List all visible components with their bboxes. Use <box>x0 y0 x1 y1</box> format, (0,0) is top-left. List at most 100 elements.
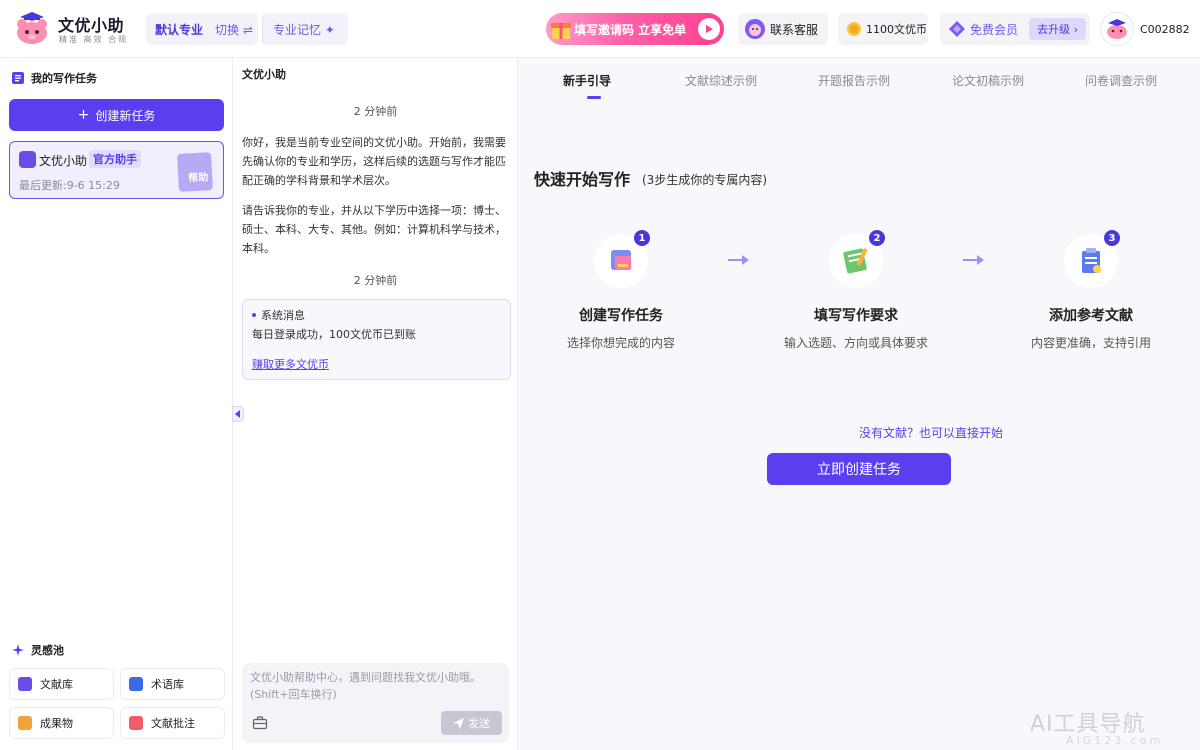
example-tabs: 新手引导 文献综述示例 开题报告示例 论文初稿示例 问卷调查示例 <box>518 58 1200 100</box>
tab-proposal-report[interactable]: 开题报告示例 <box>818 72 890 89</box>
outputs-button[interactable]: 成果物 <box>9 707 114 739</box>
help-doc-label: 帮助 <box>188 172 209 185</box>
vip-diamond-icon <box>949 21 965 37</box>
invite-promo-banner[interactable]: 填写邀请码 立享免单 <box>546 13 724 45</box>
assistant-message: 你好，我是当前专业空间的文优小助。开始前，我需要先确认你的专业和学历，这样后续的… <box>242 136 506 187</box>
chat-input-box: 发送 <box>242 663 509 743</box>
start-without-literature-link[interactable]: 没有文献？也可以直接开始 <box>859 424 1003 441</box>
step-add-references: 3 添加参考文献 内容更准确，支持引用 <box>1001 230 1181 351</box>
tool-label: 成果物 <box>40 717 73 730</box>
app-logo-icon <box>17 12 47 44</box>
main-guide-panel: 新手引导 文献综述示例 开题报告示例 论文初稿示例 问卷调查示例 快速开始写作 … <box>518 58 1200 750</box>
watermark-sub: AIG123.com <box>1066 734 1164 747</box>
collapse-panel-button[interactable] <box>232 406 244 422</box>
send-button[interactable]: 发送 <box>441 711 502 735</box>
step-title: 创建写作任务 <box>579 308 663 324</box>
send-label: 发送 <box>468 717 490 730</box>
arrow-right-icon <box>963 255 984 265</box>
tab-literature-review[interactable]: 文献综述示例 <box>685 72 757 89</box>
user-avatar <box>1100 12 1134 46</box>
top-header: 文优小助 精准 高效 合规 默认专业 切换 ⇌ 专业记忆 ✦ 填写邀请码 立享免… <box>0 0 1200 58</box>
terminology-library-button[interactable]: 术语库 <box>120 668 225 700</box>
bullet-dot-icon <box>252 313 256 317</box>
inspiration-section-title: 灵感池 <box>12 642 64 658</box>
help-document-icon: 帮助 <box>177 152 213 192</box>
step-fill-requirements: 2 填写写作要求 输入选题、方向或具体要求 <box>766 230 946 351</box>
pig-avatar-icon <box>1107 19 1127 39</box>
coin-balance-button[interactable]: 1100文优币 <box>838 13 928 45</box>
username: C002882 <box>1140 22 1190 36</box>
membership-box: 免费会员 去升级 › <box>940 13 1090 45</box>
tab-questionnaire[interactable]: 问卷调查示例 <box>1085 72 1157 89</box>
task-updated-time: 最后更新:9-6 15:29 <box>19 179 120 192</box>
chevron-left-icon <box>235 410 240 418</box>
tool-label: 文献批注 <box>151 717 195 730</box>
brand-name: 文优小助 <box>58 16 125 35</box>
step-icon-wrap: 1 <box>594 230 650 288</box>
play-icon <box>698 18 720 40</box>
plus-icon: + <box>77 107 90 123</box>
assistant-avatar-icon <box>19 151 36 168</box>
official-badge: 官方助手 <box>89 150 141 168</box>
user-profile[interactable]: C002882 <box>1100 12 1190 46</box>
task-list-icon <box>12 72 24 84</box>
system-message-body: 每日登录成功，100文优币已到账 <box>252 328 416 341</box>
task-sidebar: 我的写作任务 + 创建新任务 文优小助 官方助手 最后更新:9-6 15:29 … <box>0 58 233 750</box>
create-task-label: 创建新任务 <box>95 108 156 123</box>
task-card-assistant[interactable]: 文优小助 官方助手 最后更新:9-6 15:29 帮助 <box>9 141 224 199</box>
chat-title: 文优小助 <box>242 68 286 81</box>
step-number: 2 <box>869 230 885 246</box>
folder-icon <box>18 716 32 730</box>
arrow-right-icon <box>728 255 749 265</box>
chat-message-input[interactable] <box>242 663 509 709</box>
major-switch: 默认专业 切换 ⇌ <box>146 13 258 45</box>
upgrade-button[interactable]: 去升级 › <box>1029 18 1086 40</box>
literature-annotation-button[interactable]: 文献批注 <box>120 707 225 739</box>
step-title: 填写写作要求 <box>814 308 898 324</box>
system-message-card: 系统消息 每日登录成功，100文优币已到账 赚取更多文优币 <box>242 299 511 380</box>
briefcase-icon[interactable] <box>252 715 268 731</box>
message-timestamp: 2 分钟前 <box>353 105 398 118</box>
step-description: 选择你想完成的内容 <box>566 336 675 350</box>
system-message-title-text: 系统消息 <box>261 309 305 322</box>
tab-beginner-guide[interactable]: 新手引导 <box>563 72 611 89</box>
step-description: 内容更准确，支持引用 <box>1030 336 1151 350</box>
tab-draft-paper[interactable]: 论文初稿示例 <box>952 72 1024 89</box>
step-create-task: 1 创建写作任务 选择你想完成的内容 <box>531 230 711 351</box>
brand-slogan: 精准 高效 合规 <box>59 35 129 44</box>
inspiration-title: 灵感池 <box>31 644 64 657</box>
service-avatar-icon <box>745 19 765 39</box>
step-number: 1 <box>634 230 650 246</box>
annotation-icon <box>129 716 143 730</box>
literature-library-button[interactable]: 文献库 <box>9 668 114 700</box>
gift-icon <box>551 23 571 39</box>
vip-label: 免费会员 <box>970 22 1019 37</box>
watermark: AI工具导航 AIG123.com <box>1030 706 1163 747</box>
create-task-now-button[interactable]: 立即创建任务 <box>767 453 951 485</box>
assistant-message: 请告诉我你的专业，并从以下学历中选择一项：博士、硕士、本科、大专、其他。例如：计… <box>242 204 506 255</box>
switch-major-button[interactable]: 切换 ⇌ <box>215 21 253 38</box>
tool-label: 文献库 <box>40 678 73 691</box>
coin-balance: 1100文优币 <box>866 23 927 36</box>
create-task-button[interactable]: + 创建新任务 <box>9 99 224 131</box>
default-major-label: 默认专业 <box>155 22 204 37</box>
customer-service-button[interactable]: 联系客服 <box>738 13 828 45</box>
tasks-section-title: 我的写作任务 <box>12 70 97 86</box>
system-message-title: 系统消息 <box>252 307 305 323</box>
tasks-title: 我的写作任务 <box>31 72 97 85</box>
earn-coins-link[interactable]: 赚取更多文优币 <box>252 356 329 372</box>
chat-panel: 文优小助 2 分钟前 你好，我是当前专业空间的文优小助。开始前，我需要先确认你的… <box>232 58 518 750</box>
task-name: 文优小助 <box>39 154 88 168</box>
step-number: 3 <box>1104 230 1120 246</box>
literature-library-icon <box>18 677 32 691</box>
send-icon <box>453 717 464 729</box>
coin-icon <box>847 22 861 36</box>
promo-text: 填写邀请码 立享免单 <box>574 22 687 37</box>
step-title: 添加参考文献 <box>1049 308 1133 324</box>
quick-start-title: 快速开始写作 <box>534 170 631 189</box>
step-icon-wrap: 3 <box>1064 230 1120 288</box>
message-timestamp: 2 分钟前 <box>353 274 398 287</box>
sparkle-icon <box>12 644 24 656</box>
tool-label: 术语库 <box>151 678 184 691</box>
major-memory-button[interactable]: 专业记忆 ✦ <box>262 13 348 45</box>
